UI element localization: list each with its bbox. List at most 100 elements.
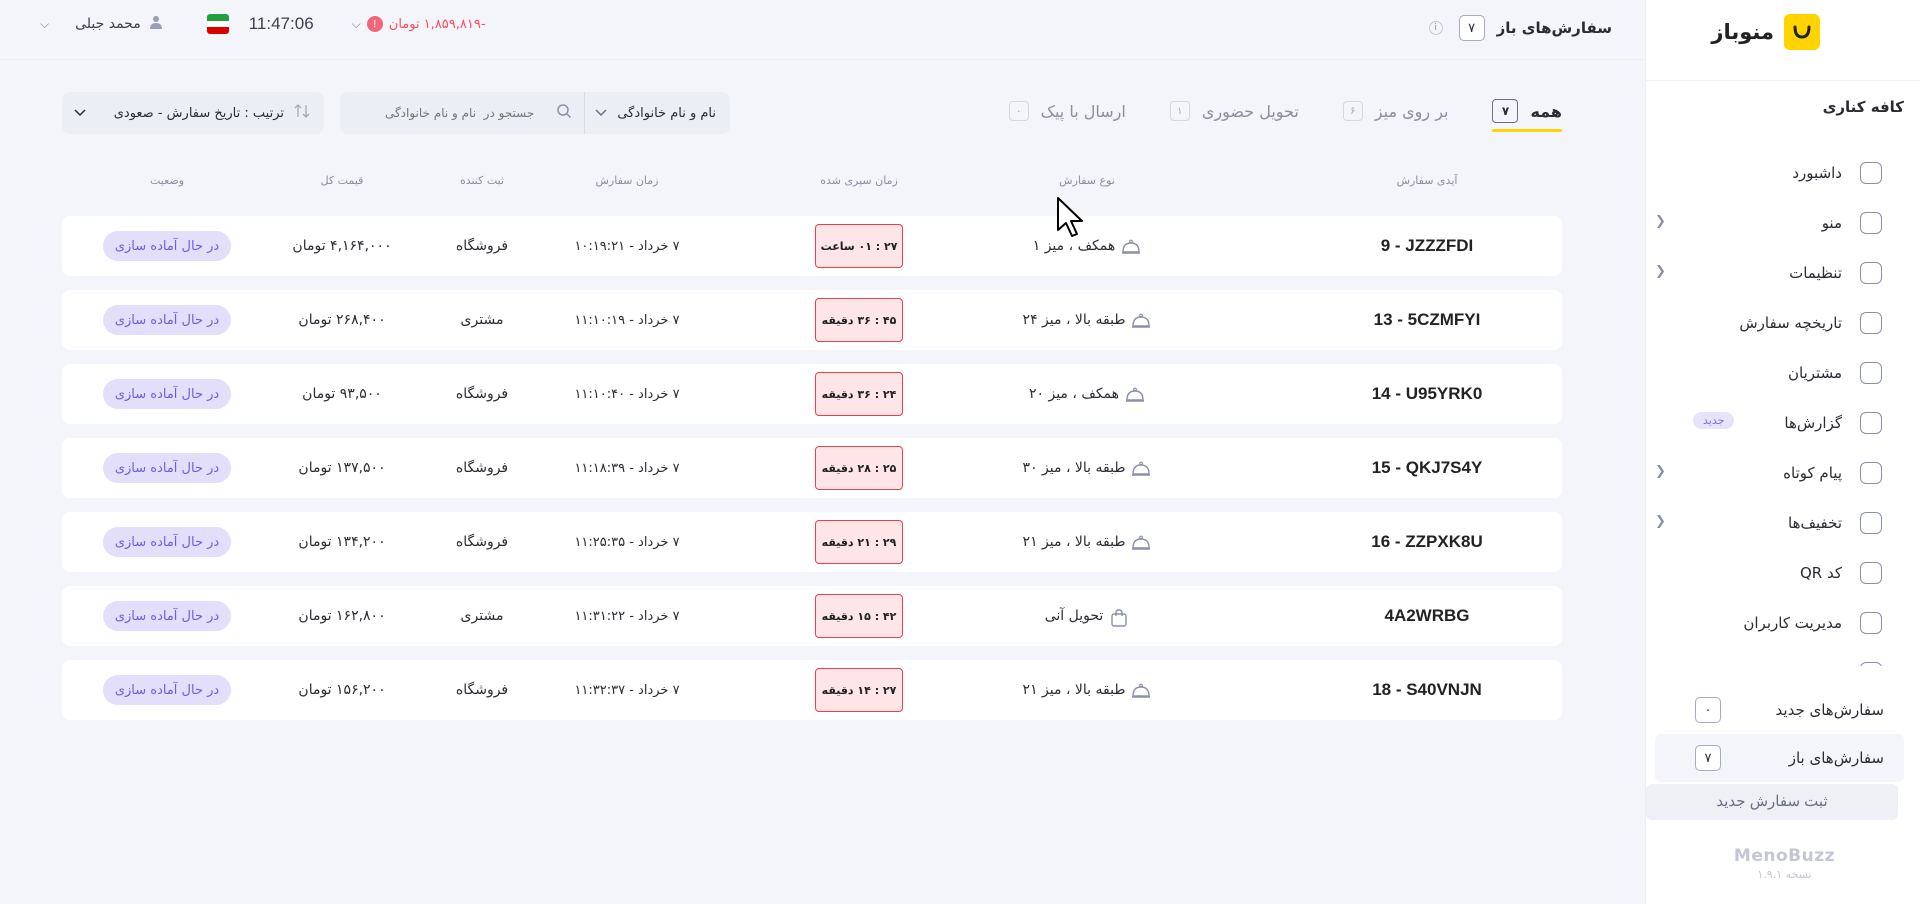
footer-version: نسخه ۱.۹.۱: [1757, 868, 1812, 881]
sort-icon: [294, 104, 310, 122]
topbar-open-orders[interactable]: سفارش‌های باز ۷ i: [1428, 15, 1612, 41]
alert-icon: !: [366, 16, 383, 32]
balance[interactable]: ⌵ ! -۱,۸۵۹,۸۱۹ تومان: [352, 16, 486, 32]
order-type: همکف ، میز ۲۰: [927, 364, 1247, 424]
sidebar-item-new-orders[interactable]: سفارش‌های جدید ۰: [1655, 686, 1904, 734]
tab-3[interactable]: ارسال با پیک ۰: [1008, 92, 1126, 130]
message-icon: [1860, 462, 1882, 484]
sort-select[interactable]: ترتیب : تاریخ سفارش - صعودی: [62, 92, 324, 134]
status-badge[interactable]: در حال آماده سازی: [102, 601, 232, 631]
order-id[interactable]: 16 - ZZPXK8U: [1332, 512, 1522, 572]
sidebar-item-3[interactable]: تاریخچه سفارش: [1645, 298, 1920, 348]
order-type: طبقه بالا ، میز ۳۰: [927, 438, 1247, 498]
new-order-button[interactable]: ثبت سفارش جدید: [1646, 784, 1898, 820]
chevron-left-icon[interactable]: ❮: [1655, 514, 1666, 529]
elapsed-time: ۲۷ : ۱۴ دقیقه: [814, 660, 904, 720]
search-icon[interactable]: [556, 103, 572, 123]
order-status: در حال آماده سازی: [92, 364, 242, 424]
search-input[interactable]: [366, 106, 547, 120]
table-row[interactable]: 16 - ZZPXK8U طبقه بالا ، میز ۲۱ ۲۹ : ۲۱ دق…: [62, 512, 1562, 572]
status-badge[interactable]: در حال آماده سازی: [102, 675, 232, 705]
chevron-left-icon[interactable]: ❮: [1655, 214, 1666, 229]
status-badge[interactable]: در حال آماده سازی: [102, 305, 232, 335]
order-id[interactable]: 18 - S40VNJN: [1332, 660, 1522, 720]
status-badge[interactable]: در حال آماده سازی: [102, 231, 232, 261]
sidebar-item-1[interactable]: منو ❮: [1645, 198, 1920, 248]
sidebar-item-0[interactable]: داشبورد: [1645, 148, 1920, 198]
status-badge[interactable]: در حال آماده سازی: [102, 527, 232, 557]
chevron-down-icon: [595, 106, 607, 121]
sidebar-item-6[interactable]: پیام کوتاه ❮: [1645, 448, 1920, 498]
user-icon: [149, 15, 163, 33]
balance-chevron-down-icon[interactable]: ⌵: [352, 17, 361, 32]
sidebar-item-8[interactable]: کد QR: [1645, 548, 1920, 598]
order-price: ۱۳۷,۵۰۰ تومان: [298, 460, 386, 476]
order-id[interactable]: 4A2WRBG: [1332, 586, 1522, 646]
dashboard-icon: [1860, 162, 1882, 184]
tab-0[interactable]: همه ۷: [1492, 92, 1562, 132]
order-time: ۷ خرداد - ۱۱:۲۵:۳۵: [574, 534, 680, 550]
brand[interactable]: منوباز: [1711, 10, 1820, 54]
sidebar-item-5[interactable]: گزارش‌ها جدید: [1645, 398, 1920, 448]
tab-label: بر روی میز: [1374, 101, 1449, 121]
sidebar-item-7[interactable]: تخفیف‌ها ❮: [1645, 498, 1920, 548]
sort-label-group: ترتیب : تاریخ سفارش - صعودی: [114, 104, 310, 122]
chevron-left-icon[interactable]: ❮: [1655, 464, 1666, 479]
table-row[interactable]: 18 - S40VNJN طبقه بالا ، میز ۲۱ ۲۷ : ۱۴ دق…: [62, 660, 1562, 720]
dish-icon: [1132, 534, 1151, 550]
order-tabs: همه ۷ بر روی میز ۶ تحویل حضوری ۱ ارسال با پیک ۰: [1008, 92, 1562, 132]
table-row[interactable]: 14 - U95YRK0 همکف ، میز ۲۰ ۲۴ : ۳۶ دقیقه ۷ …: [62, 364, 1562, 424]
status-badge[interactable]: در حال آماده سازی: [102, 379, 232, 409]
new-orders-label: سفارش‌های جدید: [1775, 701, 1884, 719]
sidebar-item-9[interactable]: مدیریت کاربران: [1645, 598, 1920, 648]
order-id[interactable]: 15 - QKJ7S4Y: [1332, 438, 1522, 498]
order-id[interactable]: 9 - JZZZFDI: [1332, 216, 1522, 276]
order-price: ۲۶۸,۴۰۰ تومان: [298, 312, 386, 328]
sidebar-item-open-orders[interactable]: سفارش‌های باز ۷: [1655, 734, 1904, 782]
table-row[interactable]: 4A2WRBG تحویل آنی ۴۲ : ۱۵ دقیقه ۷ خرداد - ۱…: [62, 586, 1562, 646]
sidebar-item-4[interactable]: مشتریان: [1645, 348, 1920, 398]
order-time: ۷ خرداد - ۱۱:۳۲:۳۷: [574, 682, 680, 698]
dish-icon: [1132, 460, 1151, 476]
tab-1[interactable]: بر روی میز ۶: [1342, 92, 1449, 130]
order-id[interactable]: 14 - U95YRK0: [1332, 364, 1522, 424]
cafe-name[interactable]: کافه کناری: [1644, 98, 1904, 116]
sort-chevron-down-icon: [74, 106, 86, 121]
sidebar-item-10[interactable]: اشتراک: [1645, 648, 1920, 666]
search-box: نام و نام خانوادگی: [340, 92, 730, 134]
chart-icon: [1860, 412, 1882, 434]
users-icon: [1860, 362, 1882, 384]
elapsed-time: ۲۴ : ۳۶ دقیقه: [814, 364, 904, 424]
info-icon[interactable]: i: [1428, 21, 1443, 35]
user-menu-chevron-down-icon[interactable]: ⌵: [40, 17, 49, 32]
order-type-label: طبقه بالا ، میز ۲۱: [1022, 534, 1126, 550]
sidebar-item-label: گزارش‌ها: [1784, 414, 1842, 432]
order-type: طبقه بالا ، میز ۲۱: [927, 512, 1247, 572]
brand-logo-icon: [1784, 14, 1820, 50]
layers-icon: [1860, 212, 1882, 234]
user-menu[interactable]: محمد جبلی: [75, 15, 163, 33]
footer-brand-name: MenoBuzz: [1733, 846, 1835, 866]
dish-icon: [1126, 386, 1145, 402]
table-row[interactable]: 13 - 5CZMFYI طبقه بالا ، میز ۲۴ ۴۵ : ۳۶ دق…: [62, 290, 1562, 350]
brand-name: منوباز: [1711, 20, 1774, 44]
order-type-label: طبقه بالا ، میز ۲۴: [1022, 312, 1126, 328]
order-id[interactable]: 13 - 5CZMFYI: [1332, 290, 1522, 350]
sidebar-item-label: تاریخچه سفارش: [1739, 314, 1842, 332]
elapsed-time: ۲۵ : ۲۸ دقیقه: [814, 438, 904, 498]
qr-icon: [1860, 562, 1882, 584]
table-row[interactable]: 15 - QKJ7S4Y طبقه بالا ، میز ۳۰ ۲۵ : ۲۸ دق…: [62, 438, 1562, 498]
elapsed-badge: ۲۵ : ۲۸ دقیقه: [815, 446, 903, 490]
sidebar-menu: داشبورد منو ❮ تنظیمات ❮ تاریخچه سفارش مشتریان گ…: [1645, 148, 1920, 666]
tab-2[interactable]: تحویل حضوری ۱: [1169, 92, 1299, 130]
filters-bar: همه ۷ بر روی میز ۶ تحویل حضوری ۱ ارسال با پیک ۰…: [62, 86, 1562, 136]
chevron-left-icon[interactable]: ❮: [1655, 264, 1666, 279]
status-badge[interactable]: در حال آماده سازی: [102, 453, 232, 483]
sidebar-item-label: تنظیمات: [1789, 264, 1842, 282]
column-header-status: وضعیت: [149, 174, 185, 187]
iran-flag-icon[interactable]: [206, 14, 229, 34]
table-row[interactable]: 9 - JZZZFDI همکف ، میز ۱ ۲۷ : ۰۱ ساعت ۷ خرد…: [62, 216, 1562, 276]
sidebar-item-2[interactable]: تنظیمات ❮: [1645, 248, 1920, 298]
sidebar-item-label: کد QR: [1799, 564, 1842, 582]
search-field-select[interactable]: نام و نام خانوادگی: [584, 92, 730, 134]
